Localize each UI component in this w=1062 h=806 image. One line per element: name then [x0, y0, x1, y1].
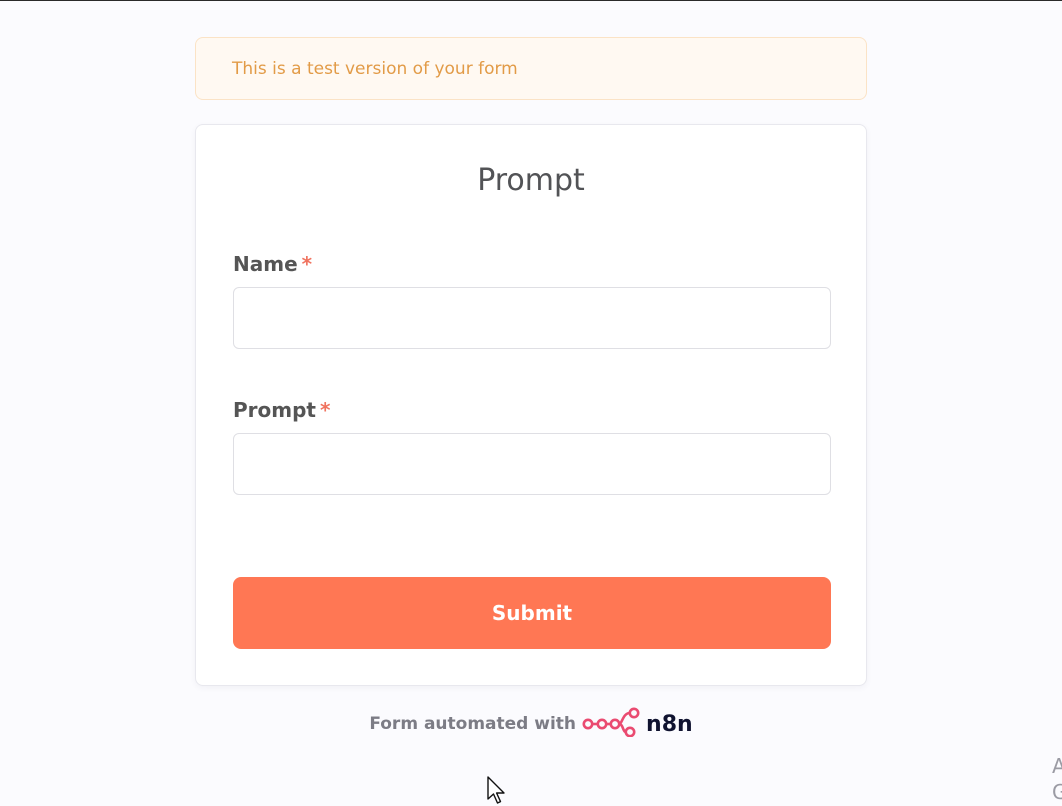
name-label-text: Name — [233, 252, 298, 276]
mouse-pointer-icon — [487, 776, 507, 806]
prompt-label: Prompt * — [233, 398, 330, 422]
footer-text: Form automated with — [369, 714, 577, 734]
prompt-required-mark: * — [319, 398, 331, 422]
n8n-logo-icon — [582, 707, 642, 741]
n8n-brand-link[interactable]: n8n — [582, 707, 693, 741]
test-version-banner: This is a test version of your form — [195, 37, 867, 100]
name-required-mark: * — [301, 252, 313, 276]
form-title: Prompt — [477, 163, 585, 198]
edge-text-line-2: G — [1052, 780, 1062, 804]
submit-button[interactable]: Submit — [233, 577, 831, 649]
banner-text: This is a test version of your form — [232, 58, 518, 79]
footer: Form automated with n8n — [0, 707, 1062, 741]
name-label: Name * — [233, 252, 312, 276]
prompt-label-text: Prompt — [233, 398, 316, 422]
edge-text-line-1: A — [1052, 754, 1062, 778]
partial-edge-text: A G — [1052, 753, 1062, 805]
n8n-wordmark: n8n — [646, 711, 693, 737]
prompt-input[interactable] — [233, 433, 831, 495]
form-card: Prompt Name * Prompt * Submit — [195, 124, 867, 686]
name-input[interactable] — [233, 287, 831, 349]
